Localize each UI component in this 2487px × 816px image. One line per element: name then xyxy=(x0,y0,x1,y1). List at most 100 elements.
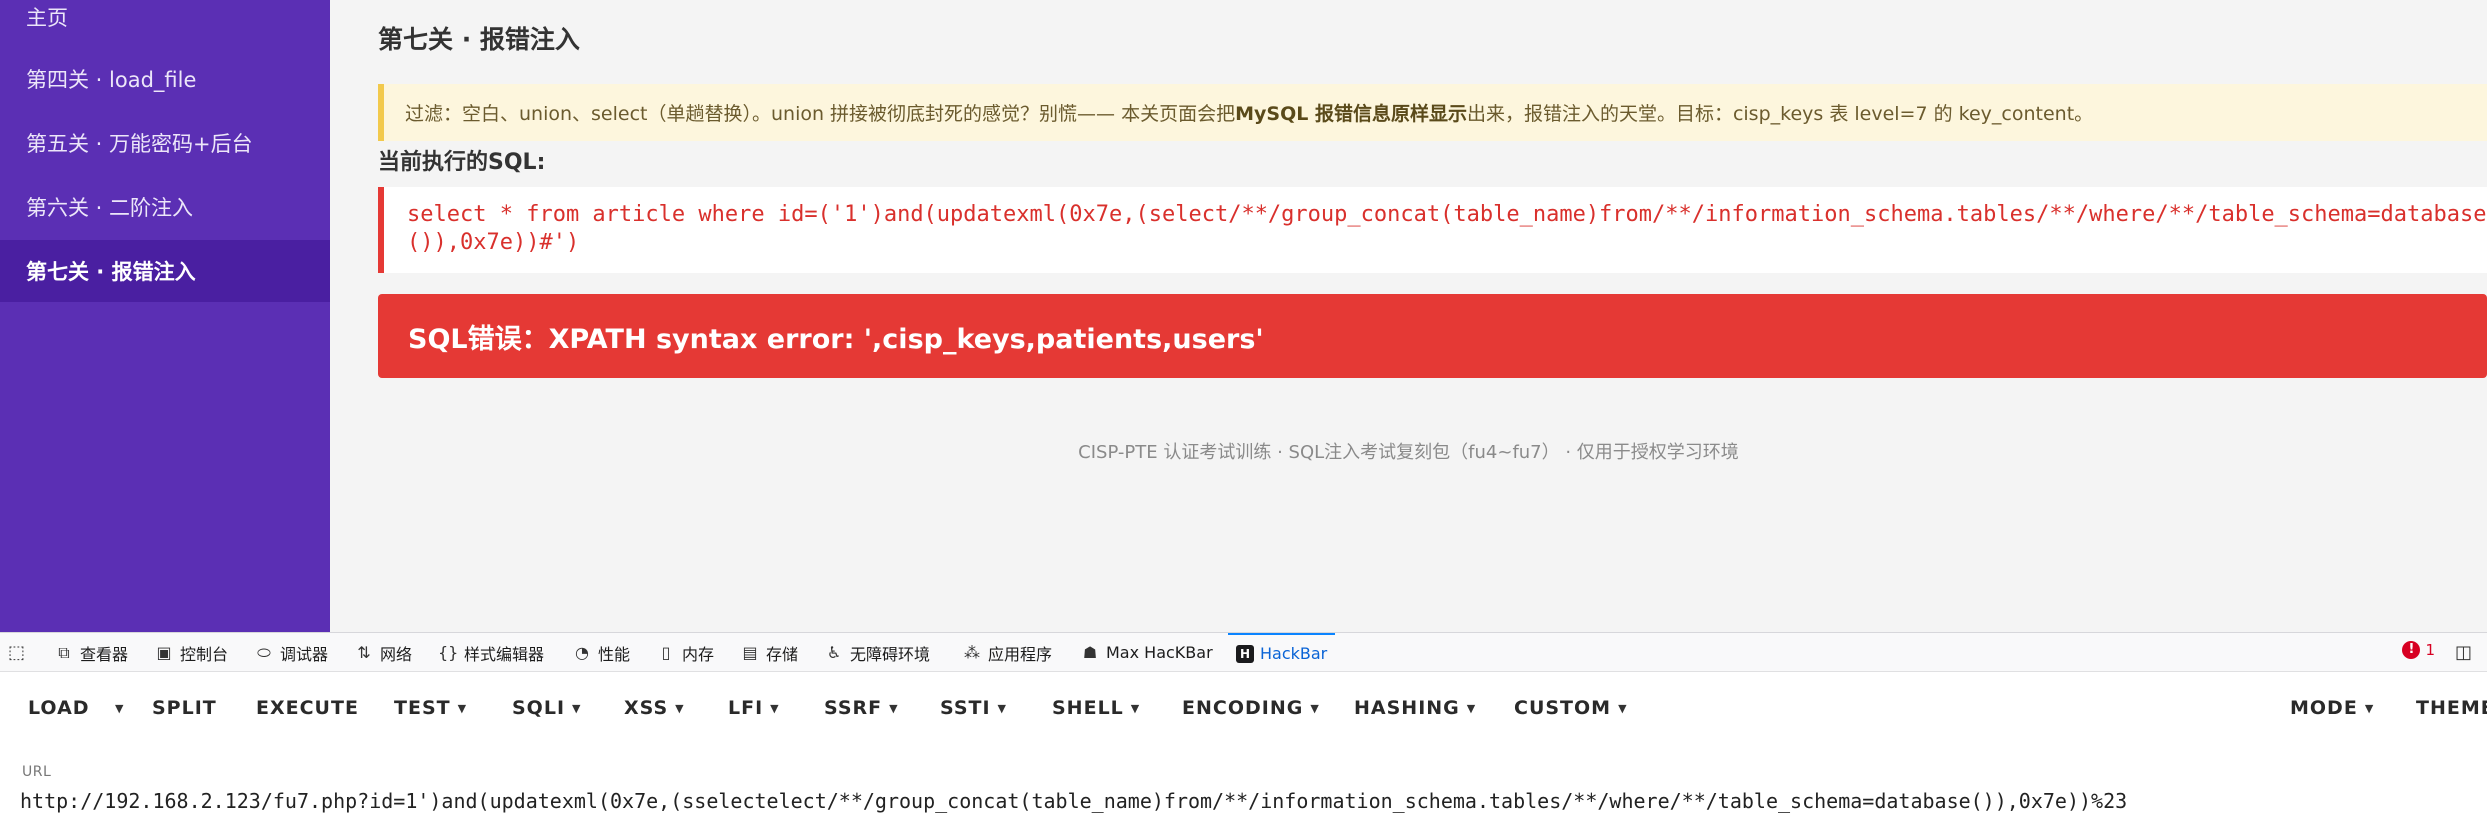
caret-down-icon: ▼ xyxy=(1130,701,1141,715)
devtools-tab-label: 调试器 xyxy=(280,644,329,664)
devtools-tab-memory[interactable]: ▯ 内存 xyxy=(656,633,714,672)
filter-notice: 过滤：空白、union、select（单趟替换）。union 拼接被彻底封死的感… xyxy=(378,84,2487,141)
load-button-label: LOAD xyxy=(28,697,90,719)
caret-down-icon: ▼ xyxy=(675,701,685,715)
devtools-toolbar: ⬚ ⧉ 查看器 ▣ 控制台 ⬭ 调试器 ⇅ 网络 {} 样式编辑器 ◔ 性能 ▯ 内存 ▤ 存储… xyxy=(0,632,2487,672)
devtools-tab-console[interactable]: ▣ 控制台 xyxy=(154,633,228,672)
devtools-tab-hackbar[interactable]: H HackBar xyxy=(1228,633,1336,672)
lfi-menu-label: LFI xyxy=(728,697,764,719)
caret-down-icon: ▼ xyxy=(770,701,780,715)
devtools-tab-debugger[interactable]: ⬭ 调试器 xyxy=(254,633,328,672)
split-button[interactable]: SPLIT xyxy=(152,690,217,726)
split-button-label: SPLIT xyxy=(152,697,217,719)
devtools-tab-storage[interactable]: ▤ 存储 xyxy=(740,633,798,672)
execute-button[interactable]: EXECUTE xyxy=(256,690,359,726)
sql-error-banner: SQL错误：XPATH syntax error: ',cisp_keys,pa… xyxy=(378,294,2487,378)
hackbar-icon: H xyxy=(1236,644,1254,663)
url-label: URL xyxy=(22,764,52,780)
notice-text-pre: 过滤：空白、union、select（单趟替换）。union 拼接被彻底封死的感… xyxy=(405,103,1236,125)
caret-down-icon: ▼ xyxy=(2364,701,2375,715)
ssrf-menu-button[interactable]: SSRF ▼ xyxy=(824,690,899,726)
devtools-tab-label: 性能 xyxy=(598,644,631,664)
devtools-tab-label: 无障碍环境 xyxy=(850,644,931,664)
devtools-tab-style-editor[interactable]: {} 样式编辑器 xyxy=(438,633,544,672)
shell-menu-button[interactable]: SHELL ▼ xyxy=(1052,690,1140,726)
test-menu-button[interactable]: TEST ▼ xyxy=(394,690,467,726)
devtools-tab-inspector[interactable]: ⧉ 查看器 xyxy=(54,633,128,672)
error-count: 1 xyxy=(2425,641,2435,659)
theme-menu-button[interactable]: THEME xyxy=(2416,690,2487,726)
lfi-menu-button[interactable]: LFI ▼ xyxy=(728,690,780,726)
sqli-menu-button[interactable]: SQLI ▼ xyxy=(512,690,581,726)
caret-down-icon: ▼ xyxy=(572,701,582,715)
storage-icon: ▤ xyxy=(742,643,758,662)
execute-button-label: EXECUTE xyxy=(256,697,359,719)
application-icon: ⁂ xyxy=(964,643,980,662)
sidebar-item-level6[interactable]: 第六关 · 二阶注入 xyxy=(0,176,330,238)
devtools-tab-label: 样式编辑器 xyxy=(464,644,545,664)
sidebar-item-label: 主页 xyxy=(26,6,68,30)
notice-text-bold: MySQL 报错信息原样显示 xyxy=(1235,103,1467,125)
encoding-menu-label: ENCODING xyxy=(1182,697,1304,719)
hashing-menu-button[interactable]: HASHING ▼ xyxy=(1354,690,1476,726)
devtools-tab-label: HackBar xyxy=(1260,644,1328,663)
devtools-tab-network[interactable]: ⇅ 网络 xyxy=(354,633,412,672)
caret-down-icon: ▼ xyxy=(457,701,468,715)
caret-down-icon: ▼ xyxy=(997,701,1008,715)
sqli-menu-label: SQLI xyxy=(512,697,566,719)
load-dropdown-button[interactable]: ▼ xyxy=(108,690,124,726)
notice-text-post: 出来，报错注入的天堂。目标：cisp_keys 表 level=7 的 key_… xyxy=(1466,103,2094,125)
caret-down-icon: ▼ xyxy=(115,701,125,715)
sidebar-item-home[interactable]: 主页 xyxy=(0,0,330,48)
custom-menu-button[interactable]: CUSTOM ▼ xyxy=(1514,690,1628,726)
caret-down-icon: ▼ xyxy=(889,701,899,715)
ssrf-menu-label: SSRF xyxy=(824,697,883,719)
caret-down-icon: ▼ xyxy=(1466,701,1477,715)
ssti-menu-label: SSTI xyxy=(940,697,991,719)
devtools-tab-accessibility[interactable]: ♿ 无障碍环境 xyxy=(824,633,930,672)
element-picker-icon[interactable]: ⬚ xyxy=(8,642,30,664)
xss-menu-button[interactable]: XSS ▼ xyxy=(624,690,685,726)
encoding-menu-button[interactable]: ENCODING ▼ xyxy=(1182,690,1320,726)
devtools-tab-label: 查看器 xyxy=(80,644,129,664)
performance-icon: ◔ xyxy=(575,643,589,662)
shell-menu-label: SHELL xyxy=(1052,697,1124,719)
sidebar-item-level4[interactable]: 第四关 · load_file xyxy=(0,48,330,110)
main-content: 第七关 · 报错注入 过滤：空白、union、select（单趟替换）。unio… xyxy=(330,0,2487,632)
devtools-tab-label: 内存 xyxy=(682,644,715,664)
custom-menu-label: CUSTOM xyxy=(1514,697,1612,719)
load-button[interactable]: LOAD xyxy=(28,690,90,726)
sql-heading: 当前执行的SQL: xyxy=(378,150,546,175)
caret-down-icon: ▼ xyxy=(1310,701,1320,715)
debugger-icon: ⬭ xyxy=(257,642,271,662)
sql-line: select * from article where id=('1')and(… xyxy=(407,202,2487,227)
console-icon: ▣ xyxy=(156,643,172,662)
url-input[interactable]: http://192.168.2.123/fu7.php?id=1')and(u… xyxy=(20,789,2480,816)
page-title: 第七关 · 报错注入 xyxy=(378,25,580,54)
devtools-tab-label: 网络 xyxy=(380,644,413,664)
xss-menu-label: XSS xyxy=(624,697,669,719)
devtools-tab-label: Max HacKBar xyxy=(1106,643,1213,662)
error-icon: ! xyxy=(2402,641,2421,659)
sidebar-item-level5[interactable]: 第五关 · 万能密码+后台 xyxy=(0,112,330,174)
style-editor-icon: {} xyxy=(438,643,459,662)
devtools-tab-application[interactable]: ⁂ 应用程序 xyxy=(962,633,1052,672)
devtools-tab-label: 控制台 xyxy=(180,644,229,664)
hackbar-panel: LOAD ▼ SPLIT EXECUTE TEST ▼ SQLI ▼ XSS ▼ LF… xyxy=(0,672,2487,816)
sql-line: ()),0x7e))#') xyxy=(407,230,580,255)
mode-menu-label: MODE xyxy=(2290,697,2358,719)
ssti-menu-button[interactable]: SSTI ▼ xyxy=(940,690,1007,726)
mode-menu-button[interactable]: MODE ▼ xyxy=(2290,690,2374,726)
sidebar-item-label: 第四关 · load_file xyxy=(26,68,197,92)
inspector-icon: ⧉ xyxy=(58,642,70,662)
sidebar-item-level7[interactable]: 第七关 · 报错注入 xyxy=(0,240,330,302)
max-hackbar-icon: ☗ xyxy=(1082,643,1098,662)
dock-side-icon[interactable]: ◫ xyxy=(2455,642,2477,664)
sidebar-item-label: 第五关 · 万能密码+后台 xyxy=(26,132,253,156)
error-count-badge[interactable]: ! 1 xyxy=(2402,641,2435,659)
sidebar-item-label: 第六关 · 二阶注入 xyxy=(26,196,194,220)
sidebar: 主页 第四关 · load_file 第五关 · 万能密码+后台 第六关 · 二… xyxy=(0,0,330,632)
devtools-tab-max-hackbar[interactable]: ☗ Max HacKBar xyxy=(1080,633,1213,672)
devtools-tab-performance[interactable]: ◔ 性能 xyxy=(572,633,630,672)
sidebar-item-label: 第七关 · 报错注入 xyxy=(26,260,196,284)
